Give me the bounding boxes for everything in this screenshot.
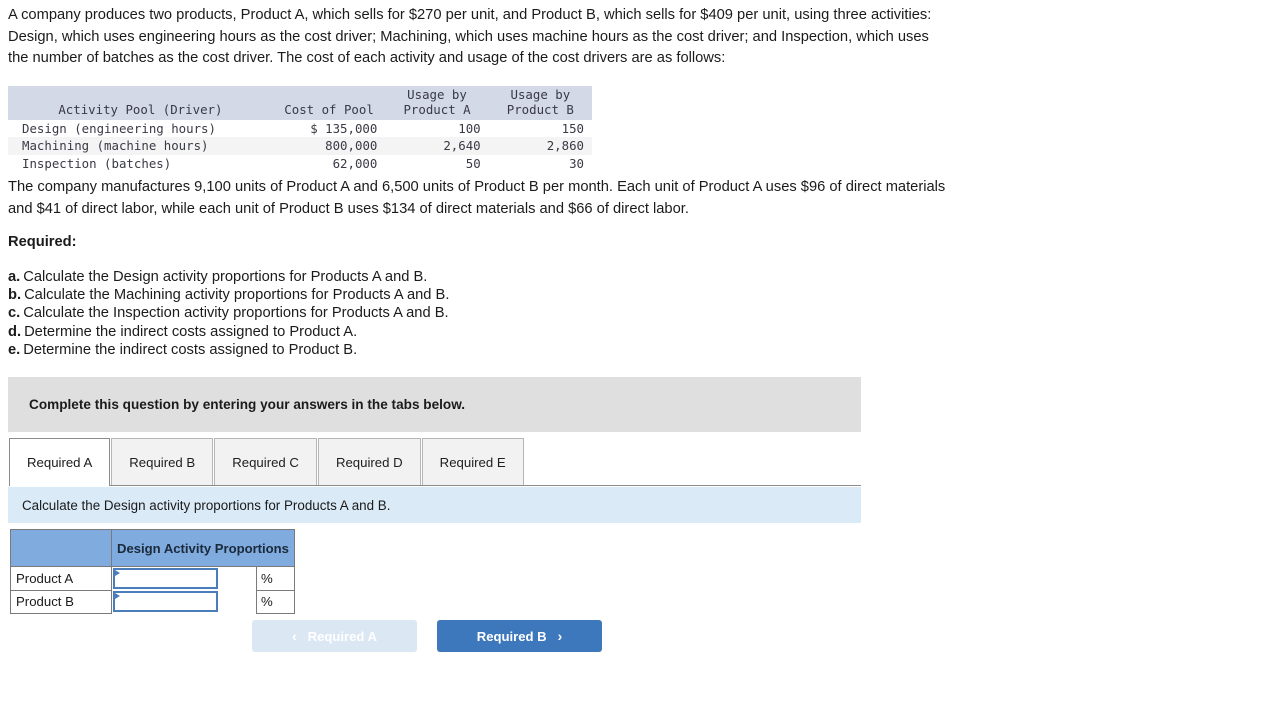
answer-table-header-row: Design Activity Proportions (10, 529, 295, 567)
question-page: A company produces two products, Product… (0, 0, 1262, 715)
previous-button-label: Required A (307, 628, 378, 644)
complete-question-bar: Complete this question by entering your … (8, 377, 861, 432)
list-item-marker: e. (8, 341, 21, 358)
list-item: c. Calculate the Inspection activity prop… (8, 304, 449, 322)
tab-required-c[interactable]: Required C (214, 438, 317, 485)
list-item: b. Calculate the Machining activity propo… (8, 286, 449, 304)
list-item-text: Calculate the Design activity proportion… (23, 269, 428, 285)
column-header-activity-pool: Activity Pool (Driver) (8, 86, 273, 121)
tab-prompt-text: Calculate the Design activity proportion… (22, 497, 391, 513)
cell-pool-inspection: Inspection (batches) (22, 155, 172, 171)
intro-paragraph: A company produces two products, Product… (8, 7, 932, 66)
table-row: Machining (machine hours) 800,000 2,640 … (8, 137, 592, 155)
next-button-label: Required B (476, 628, 547, 644)
list-item-marker: c. (8, 305, 21, 322)
cell-cost-inspection: 62,000 (332, 155, 378, 171)
tab-required-d[interactable]: Required D (317, 438, 421, 485)
list-item-marker: d. (8, 323, 22, 340)
list-item-text: Calculate the Inspection activity propor… (23, 305, 449, 322)
tab-required-b[interactable]: Required B (111, 438, 214, 485)
activity-table-header: Activity Pool (Driver) Cost of Pool Usag… (8, 86, 592, 121)
cell-pool-design: Design (engineering hours) (22, 121, 216, 137)
cell-usage-a-inspection: 50 (465, 155, 481, 171)
table-row: Inspection (batches) 62,000 50 30 (8, 154, 592, 172)
activity-table-body: Design (engineering hours) $ 135,000 100… (8, 120, 592, 172)
cell-cost-design: $ 135,000 (310, 121, 378, 137)
tab-label: Required B (129, 454, 196, 470)
cell-usage-b-inspection: 30 (569, 155, 584, 171)
tab-required-e[interactable]: Required E (421, 438, 524, 485)
cell-cost-machining: 800,000 (325, 138, 378, 154)
table-row: Product A % (10, 566, 295, 591)
column-header-cost-of-pool: Cost of Pool (272, 86, 386, 121)
required-list: a. Calculate the Design activity proporti… (8, 268, 449, 359)
next-required-button[interactable]: Required B › (437, 620, 602, 652)
cell-usage-a-machining: 2,640 (443, 138, 481, 154)
cell-usage-b-design: 150 (561, 121, 584, 137)
answer-header-title: Design Activity Proportions (111, 529, 295, 567)
required-heading: Required: (8, 234, 77, 250)
answer-entry-table: Design Activity Proportions Product A % … (10, 529, 295, 614)
activity-cost-table: Activity Pool (Driver) Cost of Pool Usag… (8, 86, 592, 172)
answer-header-blank (10, 529, 112, 567)
answer-row-label-product-b: Product B (10, 589, 112, 614)
tab-label: Required E (439, 454, 506, 470)
list-item-text: Determine the indirect costs assigned to… (24, 323, 358, 340)
tab-label: Required A (27, 454, 93, 470)
answer-cell-product-a[interactable] (111, 566, 257, 590)
activity-table-header-row: Activity Pool (Driver) Cost of Pool Usag… (8, 86, 592, 121)
navigation-buttons: ‹ Required A Required B › (252, 620, 602, 652)
cell-usage-b-machining: 2,860 (546, 138, 584, 154)
list-item-text: Determine the indirect costs assigned to… (23, 341, 358, 358)
answer-unit-product-a: % (256, 566, 295, 591)
chevron-right-icon: › (557, 628, 563, 644)
list-item: d. Determine the indirect costs assigned … (8, 323, 449, 341)
design-proportion-input-product-a[interactable] (113, 568, 218, 589)
input-wrap-product-a (113, 568, 218, 589)
chevron-left-icon: ‹ (291, 628, 297, 644)
column-header-usage-product-a: Usage by Product A (385, 86, 489, 121)
previous-required-button[interactable]: ‹ Required A (252, 620, 417, 652)
table-row: Design (engineering hours) $ 135,000 100… (8, 120, 592, 138)
list-item-marker: b. (8, 287, 22, 304)
list-item-marker: a. (8, 269, 21, 285)
required-tab-strip: Required A Required B Required C Require… (9, 438, 861, 486)
manufacture-paragraph: The company manufactures 9,100 units of … (8, 179, 946, 217)
input-wrap-product-b (113, 591, 218, 612)
answer-table-body: Product A % Product B % (10, 566, 295, 614)
column-header-usage-product-b: Usage by Product B (488, 86, 592, 121)
table-row: Product B % (10, 589, 295, 614)
cell-pool-machining: Machining (machine hours) (22, 138, 209, 154)
answer-table-header: Design Activity Proportions (10, 529, 295, 567)
tab-label: Required D (335, 454, 403, 470)
complete-question-text: Complete this question by entering your … (29, 397, 466, 412)
list-item: a. Calculate the Design activity proporti… (8, 268, 449, 286)
design-proportion-input-product-b[interactable] (113, 591, 218, 612)
answer-row-label-product-a: Product A (10, 566, 112, 591)
list-item-text: Calculate the Machining activity proport… (24, 287, 450, 304)
cell-usage-a-design: 100 (458, 121, 481, 137)
list-item: e. Determine the indirect costs assigned … (8, 341, 449, 359)
tab-label: Required C (232, 454, 299, 470)
tab-required-a[interactable]: Required A (9, 438, 111, 486)
answer-unit-product-b: % (256, 589, 295, 614)
answer-cell-product-b[interactable] (111, 590, 257, 613)
tab-prompt-bar: Calculate the Design activity proportion… (8, 487, 861, 523)
